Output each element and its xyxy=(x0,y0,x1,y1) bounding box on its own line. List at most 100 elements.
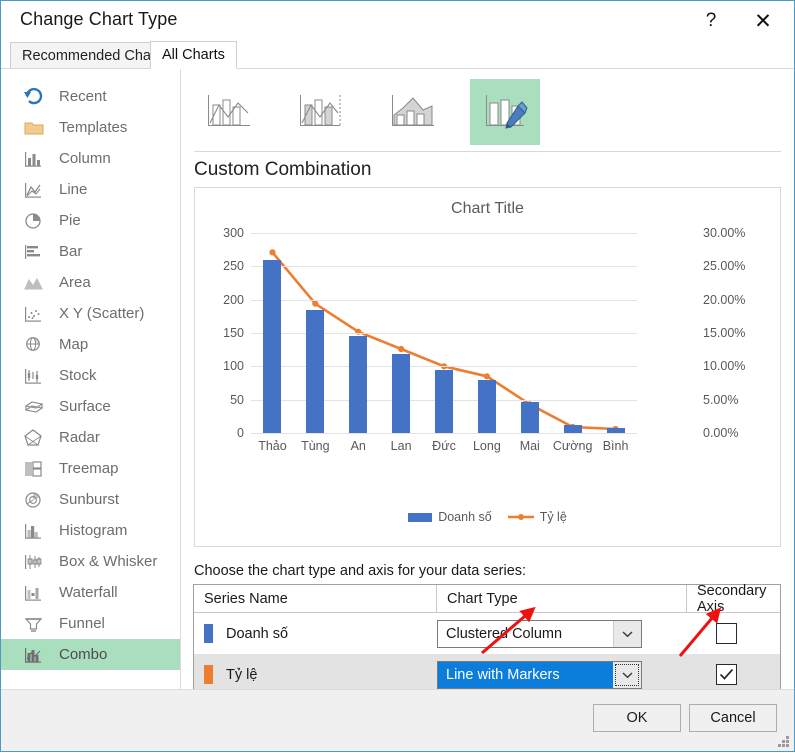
chart-bar xyxy=(263,259,282,433)
y-axis-tick-label: 150 xyxy=(223,326,244,340)
y-axis-tick-label: 300 xyxy=(223,226,244,240)
series-name-cell: Doanh số xyxy=(194,624,437,643)
series-color-swatch xyxy=(204,624,213,643)
secondary-axis-cell xyxy=(687,664,780,685)
x-axis-tick-label: Tùng xyxy=(301,439,330,453)
sidebar-item-x-y-scatter[interactable]: X Y (Scatter) xyxy=(1,298,180,329)
sidebar-item-surface[interactable]: Surface xyxy=(1,391,180,422)
x-axis-tick-label: Đức xyxy=(432,439,456,453)
sidebar-item-label: Map xyxy=(59,336,89,353)
sidebar-item-line[interactable]: Line xyxy=(1,174,180,205)
table-body: Doanh số Clustered Column Tỷ lệ Line with M… xyxy=(194,613,780,695)
gridline xyxy=(251,266,637,268)
sidebar-item-column[interactable]: Column xyxy=(1,143,180,174)
thumbnail-custom-combination[interactable] xyxy=(470,79,540,145)
line-icon xyxy=(23,180,45,200)
divider xyxy=(194,151,781,152)
line-series-marker xyxy=(312,300,319,307)
sidebar-item-treemap[interactable]: Treemap xyxy=(1,453,180,484)
series-name-cell: Tỷ lệ xyxy=(194,665,437,684)
chart-title: Chart Title xyxy=(451,200,524,217)
thumbnail-stacked-area-clustered-column[interactable] xyxy=(378,79,448,145)
secondary-axis-cell xyxy=(687,623,780,644)
sunburst-icon xyxy=(23,490,45,510)
checkmark-icon xyxy=(719,668,734,680)
resize-grip-icon[interactable] xyxy=(778,736,790,748)
sidebar-item-label: Stock xyxy=(59,367,97,384)
sidebar-item-area[interactable]: Area xyxy=(1,267,180,298)
sidebar-item-label: Waterfall xyxy=(59,584,118,601)
templates-icon xyxy=(23,118,45,138)
x-axis-tick-label: Lan xyxy=(390,439,412,453)
sidebar-item-label: Templates xyxy=(59,119,128,136)
chart-bar xyxy=(520,401,539,433)
clustered-column-line-secondary-icon xyxy=(294,91,348,133)
sidebar-item-bar[interactable]: Bar xyxy=(1,236,180,267)
thumbnail-clustered-column-line-secondary[interactable] xyxy=(286,79,356,145)
sidebar-item-histogram[interactable]: Histogram xyxy=(1,515,180,546)
sidebar-item-label: Radar xyxy=(59,429,100,446)
help-icon[interactable]: ? xyxy=(688,5,734,37)
sidebar-item-waterfall[interactable]: Waterfall xyxy=(1,577,180,608)
sidebar-item-recent[interactable]: Recent xyxy=(1,81,180,112)
sidebar-item-map[interactable]: Map xyxy=(1,329,180,360)
sidebar-item-label: Pie xyxy=(59,212,81,229)
chart-type-dropdown[interactable]: Line with Markers xyxy=(437,660,642,689)
tab-strip: Recommended Charts All Charts xyxy=(1,41,794,69)
stacked-area-clustered-column-icon xyxy=(386,91,440,133)
x-axis-tick-label: Cường xyxy=(552,439,593,453)
treemap-icon xyxy=(23,459,45,479)
sidebar-item-sunburst[interactable]: Sunburst xyxy=(1,484,180,515)
chart-bar xyxy=(477,379,496,433)
y-axis-tick-label: 250 xyxy=(223,259,244,274)
x-axis-tick-label: Mai xyxy=(519,439,540,453)
map-icon xyxy=(23,335,45,355)
sidebar-item-label: Column xyxy=(59,150,111,167)
page-title: Change Chart Type xyxy=(20,9,178,29)
close-icon[interactable]: ✕ xyxy=(740,5,786,37)
variant-heading: Custom Combination xyxy=(194,159,372,180)
chart-type-value: Line with Markers xyxy=(438,661,613,688)
sidebar-item-funnel[interactable]: Funnel xyxy=(1,608,180,639)
cancel-button[interactable]: Cancel xyxy=(689,704,777,732)
secondary-y-axis-tick-label: 5.00% xyxy=(703,392,739,407)
stock-icon xyxy=(23,366,45,386)
chart-bar xyxy=(392,353,411,433)
sidebar-item-templates[interactable]: Templates xyxy=(1,112,180,143)
gridline xyxy=(251,299,637,301)
table-row[interactable]: Doanh số Clustered Column xyxy=(194,613,780,654)
chart-type-dropdown[interactable]: Clustered Column xyxy=(437,619,642,648)
secondary-axis-checkbox[interactable] xyxy=(716,664,737,685)
secondary-y-axis-tick-label: 15.00% xyxy=(703,326,746,340)
scatter-icon xyxy=(23,304,45,324)
chart-legend: Doanh số Tỷ lệ xyxy=(195,510,780,524)
funnel-icon xyxy=(23,614,45,634)
chart-bar xyxy=(563,425,582,433)
sidebar-item-radar[interactable]: Radar xyxy=(1,422,180,453)
sidebar-item-label: Area xyxy=(59,274,91,291)
line-series-marker xyxy=(483,373,490,380)
column-icon xyxy=(23,149,45,169)
sidebar-item-combo[interactable]: Combo xyxy=(1,639,180,670)
area-icon xyxy=(23,273,45,293)
series-name-label: Tỷ lệ xyxy=(226,666,258,683)
secondary-axis-checkbox[interactable] xyxy=(716,623,737,644)
chart-detail-pane: Custom Combination Chart Title 0 0.00% 50 5… xyxy=(182,69,794,730)
tab-all-charts[interactable]: All Charts xyxy=(150,41,237,69)
legend-item-series-1: Doanh số xyxy=(408,510,492,524)
sidebar-item-stock[interactable]: Stock xyxy=(1,360,180,391)
surface-icon xyxy=(23,397,45,417)
y-axis-tick-label: 100 xyxy=(223,359,244,374)
chart-type-cell: Line with Markers xyxy=(437,660,687,689)
sidebar-item-pie[interactable]: Pie xyxy=(1,205,180,236)
chart-category-sidebar: Recent Templates Column Line Pie Bar Area X Y (… xyxy=(1,69,181,690)
column-header-chart-type: Chart Type xyxy=(437,585,687,612)
line-series-marker xyxy=(398,345,405,353)
sidebar-item-box-whisker[interactable]: Box & Whisker xyxy=(1,546,180,577)
chevron-down-icon[interactable] xyxy=(613,661,641,688)
chevron-down-icon[interactable] xyxy=(613,620,641,647)
radar-icon xyxy=(23,428,45,448)
thumbnail-clustered-column-line[interactable] xyxy=(194,79,264,145)
secondary-y-axis-tick-label: 25.00% xyxy=(703,259,746,274)
ok-button[interactable]: OK xyxy=(593,704,681,732)
